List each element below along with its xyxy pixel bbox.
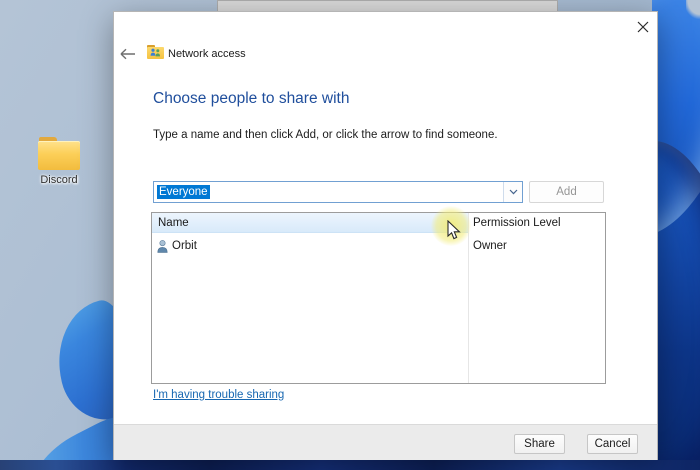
taskbar-edge [0, 460, 700, 470]
desktop-folder-label: Discord [26, 174, 92, 186]
cell-permission: Owner [468, 236, 605, 256]
wallpaper-bloom-right [652, 0, 700, 470]
column-header-permission[interactable]: Permission Level [468, 213, 605, 233]
page-heading: Choose people to share with [153, 90, 349, 108]
wallpaper-corner-light [686, 0, 700, 22]
chevron-down-icon [509, 189, 518, 195]
shared-people-glyph [150, 48, 161, 57]
column-divider[interactable] [468, 213, 469, 383]
back-button[interactable] [119, 47, 137, 61]
user-icon [157, 240, 168, 253]
close-button[interactable] [634, 18, 652, 36]
cancel-button[interactable]: Cancel [587, 434, 638, 454]
shared-folder-icon [147, 45, 164, 59]
combobox-selected-value: Everyone [157, 185, 210, 199]
instruction-text: Type a name and then click Add, or click… [153, 129, 498, 141]
row-name-text: Orbit [172, 240, 197, 252]
back-arrow-icon [119, 48, 136, 60]
column-header-name[interactable]: Name [152, 213, 468, 233]
list-row-orbit[interactable]: Orbit Owner [152, 236, 605, 256]
desktop-screen: Discord Network access Choose people to … [0, 0, 700, 470]
people-combobox[interactable]: Everyone [153, 181, 523, 203]
add-button[interactable]: Add [529, 181, 604, 203]
desktop-folder-discord[interactable]: Discord [26, 137, 92, 186]
combobox-dropdown-button[interactable] [503, 182, 522, 202]
cell-name: Orbit [152, 236, 468, 256]
list-header: Name Permission Level [152, 213, 605, 233]
background-window[interactable] [217, 0, 558, 11]
folder-icon [38, 137, 80, 171]
trouble-sharing-link[interactable]: I'm having trouble sharing [153, 389, 284, 401]
combobox-text-area[interactable]: Everyone [154, 182, 503, 202]
row-permission-text: Owner [473, 240, 507, 252]
people-list[interactable]: Name Permission Level Orbit Owner [151, 212, 606, 384]
folder-body [38, 141, 80, 170]
dialog-title: Network access [168, 48, 246, 60]
share-button[interactable]: Share [514, 434, 565, 454]
network-access-dialog: Network access Choose people to share wi… [113, 11, 658, 460]
dialog-footer [114, 424, 657, 460]
close-x-icon [637, 21, 649, 33]
